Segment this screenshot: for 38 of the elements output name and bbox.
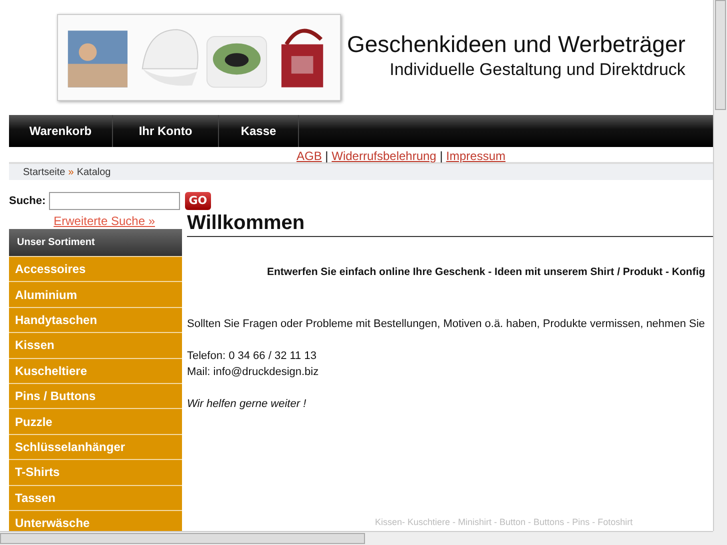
- category-link[interactable]: Tassen: [9, 484, 182, 510]
- phone-text: Telefon: 0 34 66 / 32 11 13: [187, 348, 318, 364]
- breadcrumb-link[interactable]: Katalog: [76, 164, 111, 180]
- category-link[interactable]: Handytaschen: [9, 306, 182, 332]
- category-link[interactable]: Aluminium: [9, 281, 182, 307]
- vertical-scrollbar[interactable]: [713, 0, 727, 531]
- search-field[interactable]: [48, 192, 180, 210]
- paragraph: Sollten Sie Fragen oder Probleme mit Bestellungen, Motiven o.ä. haben, Produkte vermissen, nehmen Sie: [187, 316, 706, 332]
- category-link[interactable]: T-Shirts: [9, 459, 182, 485]
- category-link[interactable]: Pins / Buttons: [9, 382, 182, 408]
- legal-link[interactable]: Impressum: [446, 149, 506, 163]
- category-link[interactable]: Kuscheltiere: [9, 358, 182, 383]
- horizontal-scrollbar[interactable]: [0, 531, 713, 545]
- nav-tab[interactable]: Warenkorb: [9, 115, 113, 147]
- page-heading: Willkommen: [187, 212, 713, 237]
- sidebar-header: Unser Sortiment: [9, 229, 182, 256]
- site-title: Geschenkideen und Werbeträger: [347, 32, 686, 58]
- separator: |: [438, 149, 444, 163]
- category-link[interactable]: Accessoires: [9, 256, 182, 282]
- mail-text: Mail: info@druckdesign.biz: [187, 364, 320, 380]
- legal-link[interactable]: AGB: [296, 149, 322, 163]
- tag-text: Kissen- Kuschtiere - Minishirt - Button - Buttons - Pins - Fotoshirt: [375, 516, 634, 529]
- go-button[interactable]: GO: [184, 192, 212, 210]
- breadcrumb-separator: »: [68, 166, 74, 180]
- separator: |: [324, 149, 330, 163]
- nav-tab[interactable]: Kasse: [219, 115, 299, 147]
- category-link[interactable]: Kissen: [9, 332, 182, 358]
- site-subtitle: Individuelle Gestaltung und Direktdruck: [388, 59, 686, 82]
- closing-text: Wir helfen gerne weiter !: [187, 396, 308, 412]
- nav-tab[interactable]: Ihr Konto: [113, 115, 219, 147]
- advanced-search-link[interactable]: Erweiterte Suche »: [9, 212, 182, 229]
- category-link[interactable]: Unterwäsche: [9, 510, 182, 531]
- category-link[interactable]: Schlüsselanhänger: [9, 434, 182, 460]
- legal-link[interactable]: Widerrufsbelehrung: [332, 149, 436, 163]
- category-link[interactable]: Puzzle: [9, 408, 182, 434]
- search-label: Suche:: [9, 194, 46, 209]
- breadcrumb-link[interactable]: Startseite: [23, 164, 66, 180]
- intro-text: Entwerfen Sie einfach online Ihre Geschenk - Ideen mit unserem Shirt / Produkt - Konfig: [267, 265, 706, 280]
